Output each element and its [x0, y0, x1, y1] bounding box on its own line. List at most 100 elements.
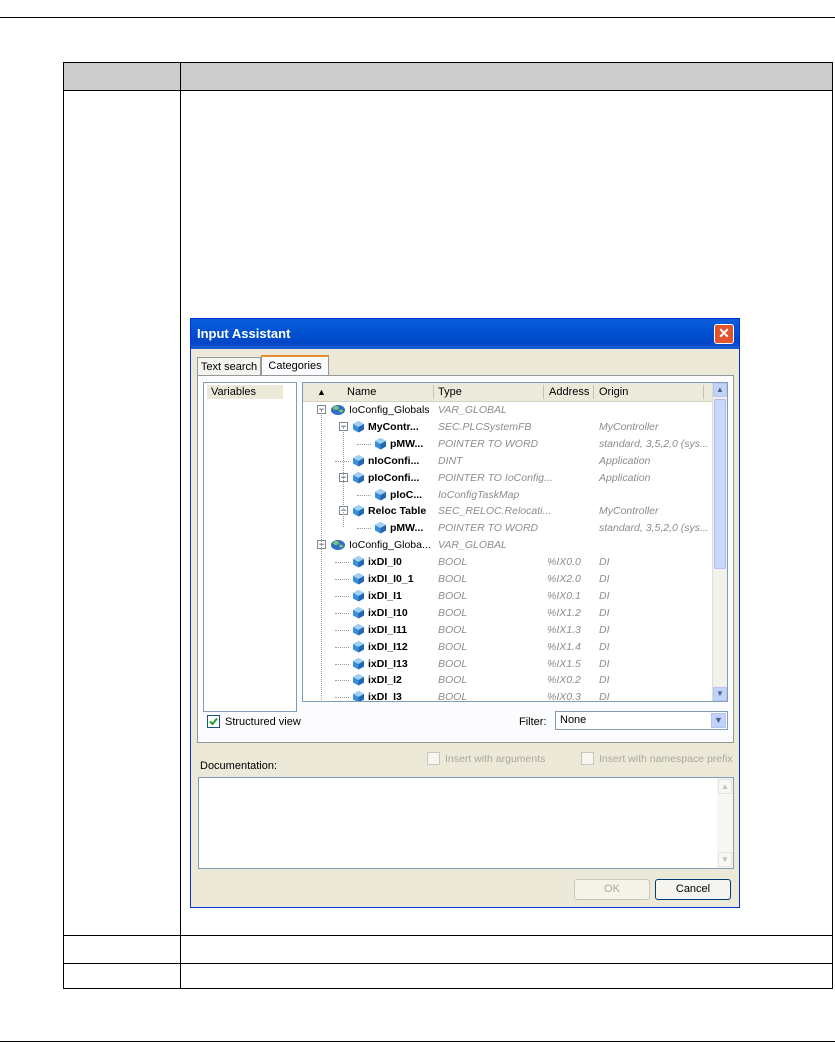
- tab-text-search[interactable]: Text search: [197, 357, 261, 376]
- insert-with-arguments-label[interactable]: Insert with arguments: [445, 753, 545, 765]
- tree-row[interactable]: ixDI_I0 BOOL %IX0.0 DI: [303, 554, 715, 571]
- tree-row[interactable]: ixDI_I12 BOOL %IX1.4 DI: [303, 639, 715, 656]
- category-item-variables[interactable]: Variables: [207, 385, 283, 399]
- structured-view-checkbox[interactable]: [207, 715, 220, 728]
- row-origin: standard, 3,5,2,0 (sys...: [599, 522, 709, 535]
- ok-button[interactable]: OK: [574, 879, 650, 900]
- tree-row[interactable]: ixDI_I1 BOOL %IX0.1 DI: [303, 588, 715, 605]
- row-address: %IX1.3: [547, 623, 581, 636]
- row-type: BOOL: [438, 589, 468, 602]
- row-address: %IX0.0: [547, 556, 581, 569]
- row-address: %IX1.4: [547, 640, 581, 653]
- row-origin: DI: [599, 589, 610, 602]
- row-type: BOOL: [438, 623, 468, 636]
- tree-connector: [357, 494, 371, 497]
- tree-vertical-scrollbar[interactable]: ▲ ▼: [712, 383, 727, 701]
- dialog-title: Input Assistant: [197, 326, 291, 341]
- cancel-button[interactable]: Cancel: [655, 879, 731, 900]
- row-type: POINTER TO WORD: [438, 522, 539, 535]
- dialog-title-bar[interactable]: Input Assistant ✕: [191, 319, 739, 349]
- tree-row[interactable]: − MyContr... SEC.PLCSystemFB MyController: [303, 419, 715, 436]
- row-name: ixDI_I2: [368, 674, 402, 687]
- sort-ascending-icon[interactable]: ▲: [317, 387, 326, 397]
- row-name: IoConfig_Globals: [349, 404, 430, 416]
- row-address: %IX1.2: [547, 606, 581, 619]
- tree-row[interactable]: − IoConfig_Globa... VAR_GLOBAL: [303, 537, 715, 554]
- grid-header: ▲ Name Type Address Origin: [303, 383, 715, 402]
- row-type: DINT: [438, 454, 463, 467]
- scroll-up-icon[interactable]: ▲: [718, 779, 732, 794]
- insert-with-namespace-prefix-checkbox[interactable]: [581, 752, 594, 765]
- variable-icon: [352, 690, 365, 701]
- structured-view-label[interactable]: Structured view: [225, 716, 301, 728]
- row-type: VAR_GLOBAL: [438, 539, 507, 552]
- row-origin: DI: [599, 573, 610, 585]
- scroll-up-icon[interactable]: ▲: [713, 383, 727, 397]
- tree-row[interactable]: pMW... POINTER TO WORD standard, 3,5,2,0 (…: [303, 436, 715, 453]
- tree-row[interactable]: pMW... POINTER TO WORD standard, 3,5,2,0 (…: [303, 520, 715, 537]
- row-name: ixDI_I1: [368, 589, 402, 602]
- insert-with-namespace-prefix-label[interactable]: Insert with namespace prefix: [599, 753, 733, 765]
- tab-categories[interactable]: Categories: [261, 355, 329, 376]
- tree-row[interactable]: − Reloc Table SEC_RELOC.Relocati... MyContr…: [303, 503, 715, 520]
- row-name: ixDI_I0: [368, 556, 402, 569]
- tree-row[interactable]: − IoConfig_Globals VAR_GLOBAL: [303, 402, 715, 419]
- row-divider: [64, 935, 832, 936]
- documentation-scrollbar[interactable]: ▲ ▼: [717, 778, 733, 868]
- column-header-address[interactable]: Address: [549, 386, 589, 398]
- tree-connector: [357, 443, 371, 446]
- tree-row[interactable]: pIoC... IoConfigTaskMap: [303, 487, 715, 504]
- row-origin: MyController: [599, 505, 659, 518]
- chevron-down-icon[interactable]: ▼: [711, 713, 726, 728]
- categories-panel: Variables ▲ Name Type Address Origin − Io…: [197, 375, 734, 743]
- row-origin: standard, 3,5,2,0 (sys...: [599, 437, 709, 450]
- variable-icon: [352, 657, 365, 670]
- variable-icon: [352, 623, 365, 636]
- tree-row[interactable]: ixDI_I2 BOOL %IX0.2 DI: [303, 672, 715, 689]
- variable-icon: [352, 504, 365, 517]
- column-header-origin[interactable]: Origin: [599, 386, 628, 398]
- row-name: ixDI_I11: [368, 623, 408, 636]
- insert-with-arguments-checkbox[interactable]: [427, 752, 440, 765]
- tree-row[interactable]: ixDI_I13 BOOL %IX1.5 DI: [303, 656, 715, 673]
- filter-dropdown[interactable]: None ▼: [555, 711, 728, 730]
- row-type: POINTER TO IoConfig...: [438, 471, 553, 484]
- tree-connector: [335, 460, 349, 463]
- row-divider: [64, 963, 832, 964]
- tree-row[interactable]: ixDI_I11 BOOL %IX1.3 DI: [303, 622, 715, 639]
- row-type: BOOL: [438, 606, 468, 619]
- tree-connector: [335, 595, 349, 598]
- scroll-thumb[interactable]: [714, 399, 726, 569]
- row-origin: DI: [599, 640, 610, 653]
- tree-row[interactable]: ixDI_I10 BOOL %IX1.2 DI: [303, 605, 715, 622]
- tree-row[interactable]: ixDI_I0_1 BOOL %IX2.0 DI: [303, 571, 715, 588]
- row-name: ixDI_I13: [368, 657, 408, 670]
- row-name: nIoConfi...: [368, 454, 420, 467]
- tree-connector: [335, 629, 349, 632]
- input-assistant-dialog: Input Assistant ✕ Text search Categories…: [190, 318, 740, 908]
- row-name: ixDI_I0_1: [368, 573, 414, 585]
- row-type: VAR_GLOBAL: [438, 404, 507, 416]
- tree-row[interactable]: − pIoConfi... POINTER TO IoConfig... Applic…: [303, 470, 715, 487]
- row-type: SEC.PLCSystemFB: [438, 420, 532, 433]
- tree-connector: [335, 663, 349, 666]
- scroll-down-icon[interactable]: ▼: [713, 687, 727, 701]
- row-type: POINTER TO WORD: [438, 437, 539, 450]
- row-name: MyContr...: [368, 420, 419, 433]
- column-divider: [180, 63, 181, 988]
- close-icon[interactable]: ✕: [714, 324, 734, 344]
- documentation-text-area[interactable]: ▲ ▼: [198, 777, 734, 869]
- tree-row[interactable]: nIoConfi... DINT Application: [303, 453, 715, 470]
- column-header-name[interactable]: Name: [347, 386, 376, 398]
- filter-label: Filter:: [519, 716, 547, 728]
- row-name: ixDI_I12: [368, 640, 408, 653]
- row-origin: DI: [599, 623, 610, 636]
- scroll-down-icon[interactable]: ▼: [718, 852, 732, 867]
- documentation-label: Documentation:: [200, 760, 278, 772]
- category-list: Variables: [203, 382, 297, 712]
- variable-icon: [374, 488, 387, 501]
- tree-row[interactable]: ixDI_I3 BOOL %IX0.3 DI: [303, 689, 715, 702]
- row-address: %IX2.0: [547, 573, 581, 585]
- column-header-type[interactable]: Type: [438, 386, 462, 398]
- row-type: BOOL: [438, 691, 468, 702]
